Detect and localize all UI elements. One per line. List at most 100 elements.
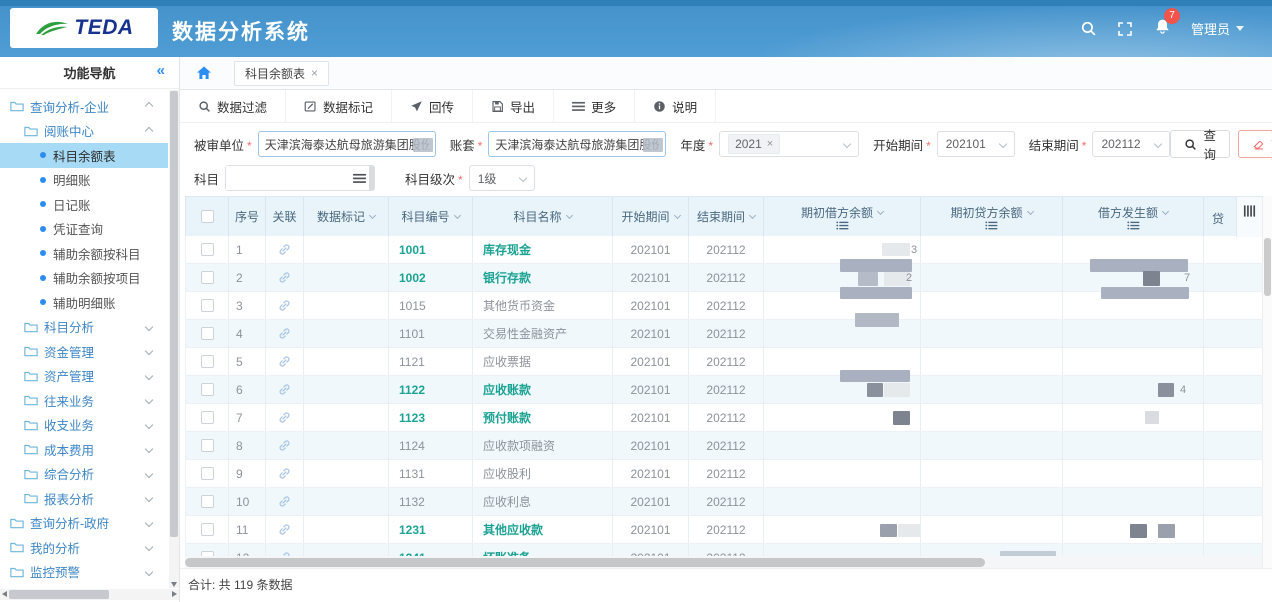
notifications[interactable]: 7	[1154, 18, 1171, 40]
sort-chevron-icon[interactable]	[673, 212, 680, 219]
toolbar-button-5[interactable]: 说明	[635, 90, 716, 122]
sidebar-item-1[interactable]: 阅账中心	[0, 119, 168, 144]
column-settings-panel[interactable]	[1236, 197, 1262, 237]
subject-name-cell[interactable]: 交易性金融资产	[473, 320, 613, 347]
row-checkbox[interactable]	[201, 411, 214, 424]
chevron-down-icon[interactable]	[145, 494, 153, 502]
sidebar-item-9[interactable]: 科目分析	[0, 315, 168, 340]
subject-name-cell[interactable]: 应收利息	[473, 488, 613, 515]
sidebar-item-12[interactable]: 往来业务	[0, 388, 168, 413]
sort-chevron-icon[interactable]	[877, 207, 884, 214]
sidebar-vertical-scrollbar[interactable]	[169, 90, 179, 588]
sidebar-item-4[interactable]: 日记账	[0, 192, 168, 217]
sort-chevron-icon[interactable]	[453, 212, 460, 219]
chevron-down-icon[interactable]	[145, 445, 153, 453]
year-select[interactable]: 2021 ×	[719, 131, 859, 157]
end-period-select[interactable]: 202112	[1092, 131, 1170, 157]
scroll-down-icon[interactable]	[171, 582, 177, 587]
chevron-up-icon[interactable]	[145, 127, 153, 135]
subject-code-cell[interactable]: 1101	[389, 320, 473, 347]
row-checkbox[interactable]	[201, 243, 214, 256]
chevron-down-icon[interactable]	[145, 519, 153, 527]
subject-name-cell[interactable]: 库存现金	[473, 236, 613, 263]
account-set-input[interactable]	[489, 132, 665, 156]
chevron-down-icon[interactable]	[145, 568, 153, 576]
subject-name-cell[interactable]: 其他货币资金	[473, 292, 613, 319]
select-all-checkbox[interactable]	[201, 210, 214, 223]
sidebar-item-16[interactable]: 报表分析	[0, 486, 168, 511]
subject-code-cell[interactable]: 1001	[389, 236, 473, 263]
link-icon[interactable]	[278, 243, 291, 256]
sidebar-item-5[interactable]: 凭证查询	[0, 217, 168, 242]
column-header-0[interactable]: 序号	[229, 197, 266, 236]
row-checkbox[interactable]	[201, 383, 214, 396]
sidebar-item-17[interactable]: 查询分析-政府	[0, 511, 168, 536]
sort-chevron-icon[interactable]	[565, 212, 572, 219]
column-header-8[interactable]: 期初贷方余额	[921, 197, 1063, 236]
sort-chevron-icon[interactable]	[1026, 207, 1033, 214]
subject-code-cell[interactable]: 1124	[389, 432, 473, 459]
chevron-down-icon[interactable]	[145, 347, 153, 355]
sidebar-collapse-icon[interactable]: «	[157, 62, 165, 79]
scroll-right-icon[interactable]	[172, 591, 177, 597]
tab-close-icon[interactable]: ×	[311, 66, 318, 80]
sidebar-item-7[interactable]: 辅助余额按项目	[0, 266, 168, 291]
subject-input[interactable]	[226, 166, 344, 190]
sidebar-item-6[interactable]: 辅助余额按科目	[0, 241, 168, 266]
toolbar-button-4[interactable]: 更多	[554, 90, 635, 122]
subject-name-cell[interactable]: 应收账款	[473, 376, 613, 403]
query-button[interactable]: 查询	[1170, 130, 1230, 158]
column-header-7[interactable]: 期初借方余额	[764, 197, 921, 236]
link-icon[interactable]	[278, 439, 291, 452]
row-checkbox[interactable]	[201, 327, 214, 340]
link-icon[interactable]	[278, 411, 291, 424]
table-vertical-scrollbar[interactable]	[1262, 196, 1272, 568]
column-header-5[interactable]: 开始期间	[613, 197, 689, 236]
subject-name-cell[interactable]: 应收款项融资	[473, 432, 613, 459]
sidebar-item-0[interactable]: 查询分析-企业	[0, 94, 168, 119]
row-checkbox[interactable]	[201, 523, 214, 536]
link-icon[interactable]	[278, 299, 291, 312]
link-icon[interactable]	[278, 523, 291, 536]
tag-close-icon[interactable]: ×	[767, 138, 773, 150]
sidebar-horizontal-scrollbar[interactable]	[0, 589, 179, 600]
link-icon[interactable]	[278, 327, 291, 340]
column-header-6[interactable]: 结束期间	[689, 197, 764, 236]
subject-name-cell[interactable]: 应收股利	[473, 460, 613, 487]
row-checkbox[interactable]	[201, 467, 214, 480]
toolbar-button-2[interactable]: 回传	[392, 90, 473, 122]
subject-name-cell[interactable]: 预付账款	[473, 404, 613, 431]
link-icon[interactable]	[278, 271, 291, 284]
subject-code-cell[interactable]: 1123	[389, 404, 473, 431]
chevron-down-icon[interactable]	[145, 372, 153, 380]
sidebar-item-3[interactable]: 明细账	[0, 168, 168, 193]
audited-unit-input[interactable]	[259, 132, 435, 156]
chevron-down-icon[interactable]	[145, 543, 153, 551]
subject-name-cell[interactable]: 应收票据	[473, 348, 613, 375]
sidebar-item-13[interactable]: 收支业务	[0, 413, 168, 438]
column-header-3[interactable]: 科目编号	[389, 197, 473, 236]
link-icon[interactable]	[278, 495, 291, 508]
subject-code-cell[interactable]: 1121	[389, 348, 473, 375]
column-header-1[interactable]: 关联	[266, 197, 304, 236]
sidebar-item-2[interactable]: 科目余额表	[0, 143, 168, 168]
column-header-10[interactable]: 贷	[1204, 197, 1262, 236]
chevron-down-icon[interactable]	[145, 396, 153, 404]
fullscreen-icon[interactable]	[1117, 20, 1134, 37]
row-checkbox[interactable]	[201, 495, 214, 508]
column-header-4[interactable]: 科目名称	[473, 197, 613, 236]
chevron-down-icon[interactable]	[145, 470, 153, 478]
sort-chevron-icon[interactable]	[1162, 207, 1169, 214]
column-header-2[interactable]: 数据标记	[304, 197, 389, 236]
sidebar-item-11[interactable]: 资产管理	[0, 364, 168, 389]
table-horizontal-scrollbar[interactable]	[185, 556, 1262, 568]
row-checkbox[interactable]	[201, 299, 214, 312]
sidebar-item-10[interactable]: 资金管理	[0, 339, 168, 364]
user-menu[interactable]: 管理员	[1191, 19, 1244, 38]
subject-code-cell[interactable]: 1231	[389, 516, 473, 543]
toolbar-button-1[interactable]: 数据标记	[286, 90, 392, 122]
subject-name-cell[interactable]: 其他应收款	[473, 516, 613, 543]
sort-chevron-icon[interactable]	[749, 212, 756, 219]
sidebar-item-14[interactable]: 成本费用	[0, 437, 168, 462]
link-icon[interactable]	[278, 467, 291, 480]
